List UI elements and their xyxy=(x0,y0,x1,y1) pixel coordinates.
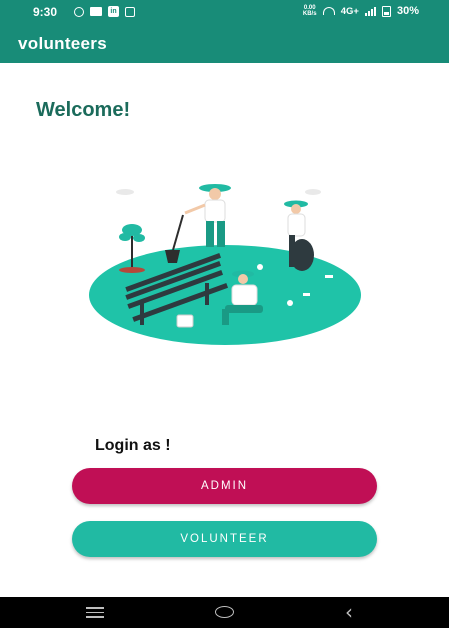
linkedin-icon: in xyxy=(108,6,119,17)
network-type: 4G+ xyxy=(340,5,359,17)
status-time: 9:30 xyxy=(33,5,58,19)
home-icon[interactable] xyxy=(215,606,234,618)
signal-icon xyxy=(364,6,376,16)
network-speed: 0.00 KB/s xyxy=(302,5,317,17)
welcome-heading: Welcome! xyxy=(36,99,131,121)
login-prompt: Login as ! xyxy=(95,437,171,454)
navigation-bar: ‹ xyxy=(0,597,449,628)
volunteers-illustration xyxy=(89,184,361,345)
sync-icon xyxy=(125,6,135,17)
status-bar: 9:30 in 0.00 KB/s 4G+ 30% xyxy=(0,0,449,25)
admin-button[interactable]: ADMIN xyxy=(72,468,377,504)
app-bar: volunteers xyxy=(0,25,449,63)
system-indicators: 0.00 KB/s 4G+ 30% xyxy=(303,5,419,17)
mail-icon xyxy=(90,7,102,16)
battery-icon xyxy=(381,5,391,17)
notification-icons: in xyxy=(74,6,135,17)
back-icon[interactable]: ‹ xyxy=(345,600,353,624)
volunteer-button[interactable]: VOLUNTEER xyxy=(72,521,377,557)
app-title: volunteers xyxy=(18,34,107,53)
battery-percent: 30% xyxy=(396,5,419,17)
menu-icon[interactable] xyxy=(86,607,104,621)
notification-icon xyxy=(74,6,84,17)
hotspot-icon xyxy=(322,7,335,15)
